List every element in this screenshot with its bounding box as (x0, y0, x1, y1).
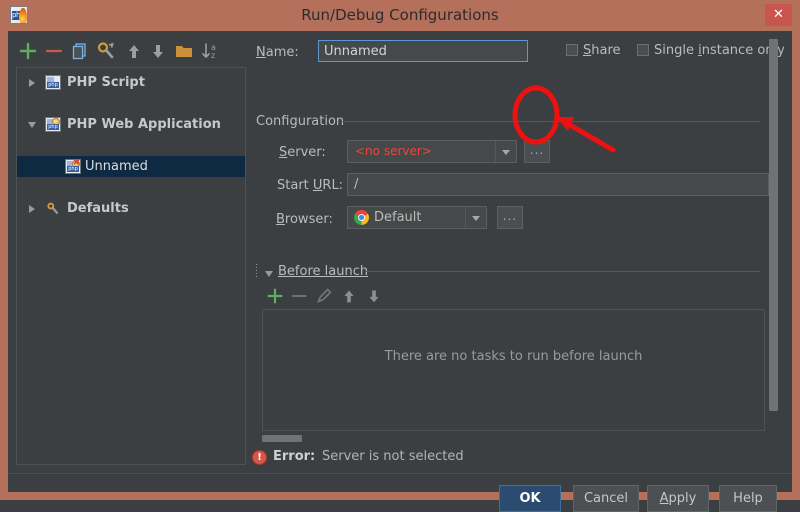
server-label-rest: erver: (287, 145, 326, 160)
task-move-up-button[interactable] (338, 285, 360, 307)
before-launch-task-list[interactable]: There are no tasks to run before launch (262, 309, 765, 431)
before-launch-divider (365, 271, 760, 272)
name-label-mnemonic: N (256, 45, 266, 60)
server-value: <no server> (355, 144, 432, 158)
share-checkbox[interactable]: Share (566, 43, 621, 58)
error-message: Server is not selected (322, 449, 464, 464)
start-url-label-a: Start (277, 178, 313, 193)
apply-button[interactable]: Apply (647, 485, 709, 512)
bottom-divider (8, 473, 792, 474)
single-instance-checkbox[interactable]: Single instance only (637, 43, 784, 58)
edit-task-pencil-icon[interactable] (313, 285, 335, 307)
browser-label-rest: rowser: (284, 212, 333, 227)
apply-label-rest: pply (668, 491, 697, 506)
name-label: Name: (256, 45, 299, 60)
configuration-form: Name: Share Single instance only Configu… (252, 35, 784, 465)
svg-text:z: z (211, 51, 215, 60)
browser-combobox[interactable]: Default (347, 206, 487, 229)
chevron-down-icon[interactable] (465, 207, 486, 228)
chevron-down-icon[interactable] (495, 141, 516, 162)
chevron-right-icon[interactable] (29, 205, 35, 213)
title-bar: php Run/Debug Configurations ✕ (0, 0, 800, 31)
ok-button[interactable]: OK (499, 485, 561, 512)
server-label: Server: (279, 145, 326, 160)
sort-alphabetically-icon[interactable]: a z (198, 39, 222, 63)
browser-label: Browser: (276, 212, 333, 227)
status-error-row: ! Error: Server is not selected (252, 449, 652, 467)
group-divider (342, 121, 760, 122)
tree-item-label: Unnamed (85, 159, 148, 174)
config-vertical-scrollbar[interactable] (769, 39, 778, 431)
wrench-icon (45, 201, 61, 216)
php-script-icon: php (45, 75, 61, 90)
before-launch-title[interactable]: Before launch (278, 264, 368, 279)
name-input[interactable] (318, 40, 528, 62)
help-button[interactable]: Help (719, 485, 777, 512)
scrollbar-thumb[interactable] (262, 435, 302, 442)
remove-configuration-button[interactable] (42, 39, 66, 63)
single-instance-label-a: Single (654, 43, 699, 58)
browser-value: Default (374, 210, 422, 225)
add-configuration-button[interactable] (16, 39, 40, 63)
php-web-app-error-icon: ✖ php (65, 159, 81, 174)
browser-browse-button[interactable]: ... (497, 206, 523, 229)
dialog-client-area: a z php PHP Script php PHP Web Applicati… (8, 31, 792, 512)
dialog-window: php Run/Debug Configurations ✕ a z php P… (0, 0, 800, 512)
single-instance-checkbox-box[interactable] (637, 44, 649, 56)
tree-item-defaults[interactable]: Defaults (17, 198, 245, 219)
configurations-tree[interactable]: php PHP Script php PHP Web Application ✖… (16, 67, 246, 465)
start-url-label: Start URL: (277, 178, 343, 193)
drag-grip[interactable] (255, 263, 258, 279)
before-launch-chevron-down-icon[interactable] (265, 271, 273, 277)
configuration-group-label: Configuration (256, 114, 345, 129)
error-icon: ! (252, 450, 267, 465)
php-web-app-icon: php (45, 117, 61, 132)
task-move-down-button[interactable] (363, 285, 385, 307)
tree-item-label: PHP Web Application (67, 117, 221, 132)
tree-item-php-web-application[interactable]: php PHP Web Application (17, 114, 245, 135)
close-icon[interactable]: ✕ (765, 4, 792, 26)
share-label-rest: hare (591, 43, 621, 58)
config-horizontal-scrollbar[interactable] (262, 435, 765, 442)
remove-task-button[interactable] (288, 285, 310, 307)
chrome-icon (354, 210, 369, 225)
chevron-right-icon[interactable] (29, 79, 35, 87)
cancel-button[interactable]: Cancel (573, 485, 639, 512)
error-label: Error: (273, 449, 316, 464)
start-url-input[interactable] (347, 173, 769, 196)
tree-item-unnamed[interactable]: ✖ php Unnamed (17, 156, 245, 177)
copy-configuration-button[interactable] (68, 39, 92, 63)
tree-item-label: Defaults (67, 201, 129, 216)
tree-item-php-script[interactable]: php PHP Script (17, 72, 245, 93)
share-checkbox-box[interactable] (566, 44, 578, 56)
start-url-mnemonic: U (312, 178, 323, 193)
apply-mnemonic: A (659, 491, 669, 506)
before-launch-empty-text: There are no tasks to run before launch (384, 349, 643, 364)
name-label-rest: ame: (265, 45, 299, 60)
browser-label-mnemonic: B (276, 212, 285, 227)
window-title: Run/Debug Configurations (301, 6, 499, 24)
tree-item-label: PHP Script (67, 75, 145, 90)
scrollbar-thumb[interactable] (769, 39, 778, 411)
server-browse-button[interactable]: ... (524, 140, 550, 163)
chevron-down-icon[interactable] (28, 122, 36, 128)
server-combobox[interactable]: <no server> (347, 140, 517, 163)
edit-defaults-wrench-icon[interactable] (94, 39, 118, 63)
start-url-label-b: RL: (322, 178, 344, 193)
move-up-button[interactable] (122, 39, 146, 63)
configurations-toolbar: a z (16, 39, 246, 65)
move-down-button[interactable] (146, 39, 170, 63)
move-into-folder-icon[interactable] (172, 39, 196, 63)
add-task-button[interactable] (264, 285, 286, 307)
